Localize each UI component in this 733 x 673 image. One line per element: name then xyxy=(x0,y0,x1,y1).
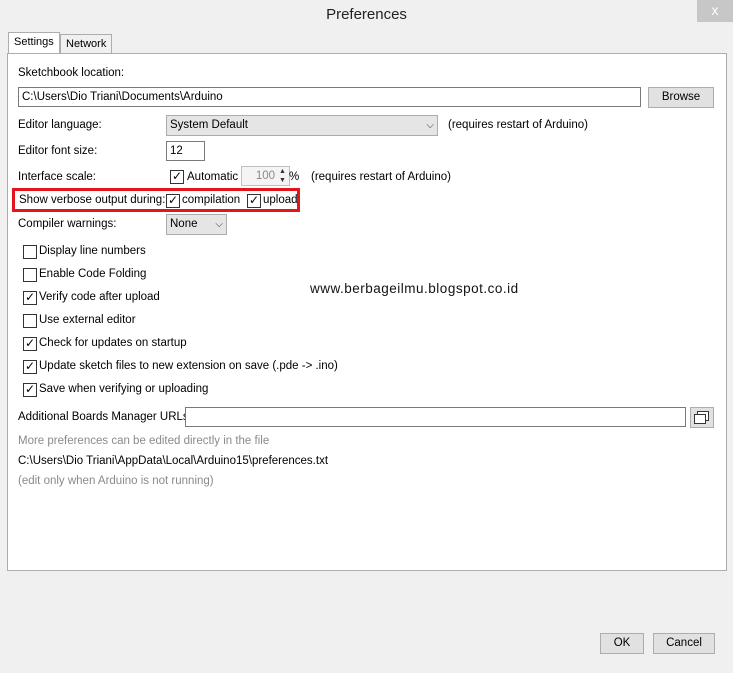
checkmark-icon: ✓ xyxy=(25,290,36,304)
browse-button[interactable]: Browse xyxy=(648,87,714,108)
checkmark-icon: ✓ xyxy=(25,382,36,396)
percent-sign: % xyxy=(289,171,300,183)
font-size-label: Editor font size: xyxy=(18,145,98,157)
sketchbook-label: Sketchbook location: xyxy=(18,67,125,79)
verbose-output-label: Show verbose output during: xyxy=(19,194,166,206)
compilation-label: compilation xyxy=(182,194,241,206)
editor-language-value: System Default xyxy=(170,119,248,131)
chevron-down-icon: ⌵ xyxy=(215,219,223,230)
check-updates-checkbox[interactable]: ✓ xyxy=(23,336,37,351)
checkmark-icon: ✓ xyxy=(249,193,260,207)
scale-percent-value: 100 xyxy=(255,170,275,182)
enable-code-folding-checkbox[interactable] xyxy=(23,268,37,282)
ok-button[interactable]: OK xyxy=(600,633,644,654)
display-line-numbers-label: Display line numbers xyxy=(39,245,146,257)
compiler-warnings-select[interactable]: None ⌵ xyxy=(166,214,227,235)
checkmark-icon: ✓ xyxy=(172,169,183,183)
chevron-down-icon: ⌵ xyxy=(426,120,434,131)
compiler-warnings-value: None xyxy=(170,218,198,230)
sketchbook-location-input[interactable]: C:\Users\Dio Triani\Documents\Arduino xyxy=(18,87,641,107)
title-bar: Preferences x xyxy=(0,0,733,30)
boards-urls-input[interactable] xyxy=(185,407,686,427)
close-icon: x xyxy=(711,2,719,18)
editor-language-select[interactable]: System Default ⌵ xyxy=(166,115,438,136)
language-restart-note: (requires restart of Arduino) xyxy=(448,119,588,131)
use-external-editor-label: Use external editor xyxy=(39,314,136,326)
more-prefs-hint: More preferences can be edited directly … xyxy=(18,435,270,447)
tab-network[interactable]: Network xyxy=(60,34,113,53)
update-extension-checkbox[interactable]: ✓ xyxy=(23,359,37,374)
automatic-scale-checkbox[interactable]: ✓ xyxy=(170,169,184,184)
check-updates-label: Check for updates on startup xyxy=(39,337,187,349)
cancel-button[interactable]: Cancel xyxy=(653,633,715,654)
window-title: Preferences xyxy=(326,6,407,23)
use-external-editor-checkbox[interactable] xyxy=(23,314,37,328)
watermark-text: www.berbageilmu.blogspot.co.id xyxy=(310,281,519,296)
upload-label: upload xyxy=(263,194,298,206)
tab-settings[interactable]: Settings xyxy=(8,32,60,53)
verify-after-upload-checkbox[interactable]: ✓ xyxy=(23,290,37,305)
enable-code-folding-label: Enable Code Folding xyxy=(39,268,147,280)
spinner-arrows-icon[interactable]: ▲ ▼ xyxy=(277,167,288,185)
automatic-scale-label: Automatic xyxy=(187,171,239,183)
save-when-verifying-checkbox[interactable]: ✓ xyxy=(23,382,37,397)
compiler-warnings-label: Compiler warnings: xyxy=(18,218,117,230)
font-size-input[interactable]: 12 xyxy=(166,141,205,161)
checkmark-icon: ✓ xyxy=(168,193,179,207)
upload-checkbox[interactable]: ✓ xyxy=(247,193,261,208)
scale-percent-spinner[interactable]: 100 ▲ ▼ xyxy=(241,166,290,186)
verify-after-upload-label: Verify code after upload xyxy=(39,291,160,303)
scale-restart-note: (requires restart of Arduino) xyxy=(311,171,451,183)
checkmark-icon: ✓ xyxy=(25,359,36,373)
update-extension-label: Update sketch files to new extension on … xyxy=(39,360,338,372)
display-line-numbers-checkbox[interactable] xyxy=(23,245,37,259)
close-button[interactable]: x xyxy=(697,0,733,22)
checkmark-icon: ✓ xyxy=(25,336,36,350)
interface-scale-label: Interface scale: xyxy=(18,171,96,183)
boards-urls-label: Additional Boards Manager URLs: xyxy=(18,411,192,423)
compilation-checkbox[interactable]: ✓ xyxy=(166,193,180,208)
edit-note: (edit only when Arduino is not running) xyxy=(18,475,214,487)
preferences-file-path[interactable]: C:\Users\Dio Triani\AppData\Local\Arduin… xyxy=(18,455,328,467)
editor-language-label: Editor language: xyxy=(18,119,102,131)
edit-urls-button[interactable] xyxy=(690,407,714,428)
save-when-verifying-label: Save when verifying or uploading xyxy=(39,383,209,395)
